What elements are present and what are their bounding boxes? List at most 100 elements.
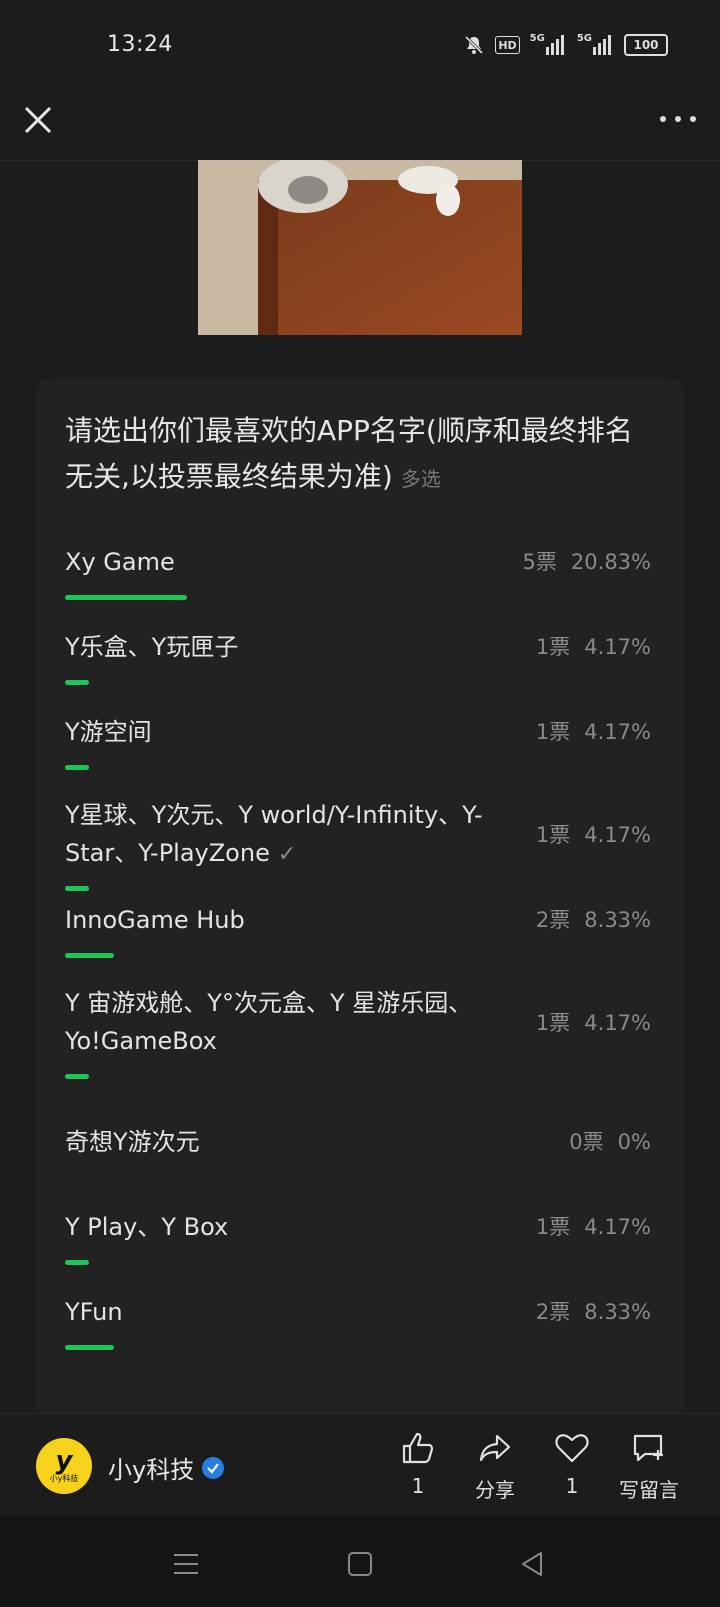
like-count: 1: [411, 1474, 425, 1498]
poll-option[interactable]: Y游空间 1票 4.17%: [65, 713, 651, 770]
poll-option-stats: 1票 4.17%: [536, 1208, 651, 1246]
vote-bar: [65, 765, 89, 770]
vote-percent: 4.17%: [584, 720, 651, 744]
poll-option-label: Xy Game: [65, 548, 175, 576]
more-dot-icon: [689, 116, 696, 122]
share-label: 分享: [475, 1478, 515, 1502]
verified-icon: [202, 1456, 225, 1479]
avatar[interactable]: y 小y科技: [36, 1438, 92, 1494]
poll-option-stats: 0票 0%: [569, 1123, 651, 1161]
article-image[interactable]: [198, 160, 522, 335]
vote-percent: 0%: [617, 1130, 651, 1154]
poll-option-stats: 2票 8.33%: [536, 1293, 651, 1331]
signal-5g-icon: 5G: [577, 33, 614, 57]
share-icon: [479, 1434, 511, 1462]
back-nav-button[interactable]: [514, 1546, 550, 1582]
vote-percent: 4.17%: [584, 823, 651, 847]
status-time: 13:24: [107, 32, 173, 57]
poll-title: 请选出你们最喜欢的APP名字(顺序和最终排名无关,以投票最终结果为准) 多选: [65, 408, 655, 502]
avatar-logo: y: [55, 1446, 73, 1476]
vote-count: 5票: [522, 550, 557, 574]
vote-percent: 8.33%: [584, 908, 651, 932]
menu-icon: [174, 1554, 198, 1574]
avatar-sub: 小y科技: [49, 1474, 79, 1483]
home-nav-button[interactable]: [342, 1546, 378, 1582]
vote-percent: 8.33%: [584, 1300, 651, 1324]
poll-option-stats: 1票 4.17%: [536, 713, 651, 751]
poll-card: 请选出你们最喜欢的APP名字(顺序和最终排名无关,以投票最终结果为准) 多选 Xy…: [37, 378, 683, 1418]
vote-count: 1票: [535, 1215, 571, 1239]
vote-count: 2票: [535, 908, 571, 932]
bell-muted-icon: [463, 33, 485, 57]
author-name[interactable]: 小y科技: [108, 1450, 225, 1485]
vote-percent: 4.17%: [584, 1215, 651, 1239]
poll-option-stats: 1票 4.17%: [536, 1004, 651, 1042]
poll-option-stats: 1票 4.17%: [536, 816, 651, 854]
poll-option-stats: 5票 20.83%: [523, 543, 651, 581]
poll-option[interactable]: Y Play、Y Box 1票 4.17%: [65, 1208, 651, 1265]
comment-label: 写留言: [619, 1478, 679, 1502]
poll-option[interactable]: Y乐盒、Y玩匣子 1票 4.17%: [65, 628, 651, 685]
like-button[interactable]: 1: [378, 1430, 458, 1498]
vote-bar: [65, 595, 187, 600]
vote-percent: 20.83%: [570, 550, 651, 574]
vote-count: 2票: [535, 1300, 571, 1324]
favorite-button[interactable]: 1: [532, 1430, 612, 1498]
thumbs-up-icon: [402, 1432, 434, 1464]
author-name-text: 小y科技: [108, 1456, 195, 1484]
poll-option-label: InnoGame Hub: [65, 906, 245, 934]
vote-bar: [65, 1260, 89, 1265]
poll-option[interactable]: Y星球、Y次元、Y world/Y-Infinity、Y-Star、Y-Play…: [65, 796, 651, 891]
more-dot-icon: [674, 116, 681, 122]
poll-option-label: Y乐盒、Y玩匣子: [65, 633, 239, 661]
battery-icon: 100: [624, 34, 668, 56]
vote-count: 1票: [535, 635, 571, 659]
favorite-count: 1: [565, 1474, 579, 1498]
vote-percent: 4.17%: [584, 635, 651, 659]
poll-option-label: YFun: [65, 1298, 123, 1326]
poll-option-label: Y 宙游戏舱、Y°次元盒、Y 星游乐园、Yo!GameBox: [65, 989, 473, 1055]
poll-option-label: Y Play、Y Box: [65, 1213, 229, 1241]
selected-check-icon: ✓: [277, 842, 297, 867]
vote-count: 1票: [535, 1011, 571, 1035]
status-bar: 13:24 HD 5G 5G 100: [0, 0, 720, 90]
status-icons: HD 5G 5G 100: [463, 33, 668, 57]
poll-question: 请选出你们最喜欢的APP名字(顺序和最终排名无关,以投票最终结果为准): [65, 414, 633, 493]
hd-icon: HD: [495, 36, 520, 54]
more-options-button[interactable]: [656, 104, 700, 134]
share-button[interactable]: 分享: [455, 1430, 535, 1503]
poll-option[interactable]: Y 宙游戏舱、Y°次元盒、Y 星游乐园、Yo!GameBox 1票 4.17%: [65, 984, 651, 1079]
more-dot-icon: [660, 116, 667, 122]
network-type-label: 5G: [529, 33, 545, 44]
poll-option[interactable]: YFun 2票 8.33%: [65, 1293, 651, 1350]
vote-count: 1票: [535, 720, 571, 744]
vote-percent: 4.17%: [584, 1011, 651, 1035]
back-triangle-icon: [522, 1552, 542, 1576]
close-button[interactable]: [20, 102, 56, 138]
vote-bar: [65, 886, 89, 891]
signal-5g-icon: 5G: [530, 33, 567, 57]
poll-option-label: Y星球、Y次元、Y world/Y-Infinity、Y-Star、Y-Play…: [65, 801, 483, 867]
comment-button[interactable]: 写留言: [609, 1430, 689, 1503]
vote-bar: [65, 1345, 114, 1350]
multi-select-label: 多选: [400, 467, 441, 491]
poll-option-stats: 1票 4.17%: [536, 628, 651, 666]
top-bar: [0, 90, 720, 161]
poll-option-stats: 2票 8.33%: [536, 901, 651, 939]
poll-option[interactable]: InnoGame Hub 2票 8.33%: [65, 901, 651, 958]
vote-count: 1票: [535, 823, 571, 847]
heart-icon: [555, 1434, 589, 1463]
vote-count: 0票: [569, 1130, 604, 1154]
comment-add-icon: [633, 1434, 663, 1462]
menu-nav-button[interactable]: [168, 1546, 204, 1582]
poll-option-label: Y游空间: [65, 718, 152, 746]
home-square-icon: [348, 1552, 372, 1576]
poll-option-label: 奇想Y游次元: [65, 1128, 200, 1156]
poll-option[interactable]: 奇想Y游次元 0票 0%: [65, 1123, 651, 1161]
network-type-label: 5G: [576, 33, 592, 44]
vote-bar: [65, 953, 114, 958]
poll-option[interactable]: Xy Game 5票 20.83%: [65, 543, 651, 600]
vote-bar: [65, 680, 89, 685]
system-nav-bar: [0, 1516, 720, 1607]
vote-bar: [65, 1074, 89, 1079]
